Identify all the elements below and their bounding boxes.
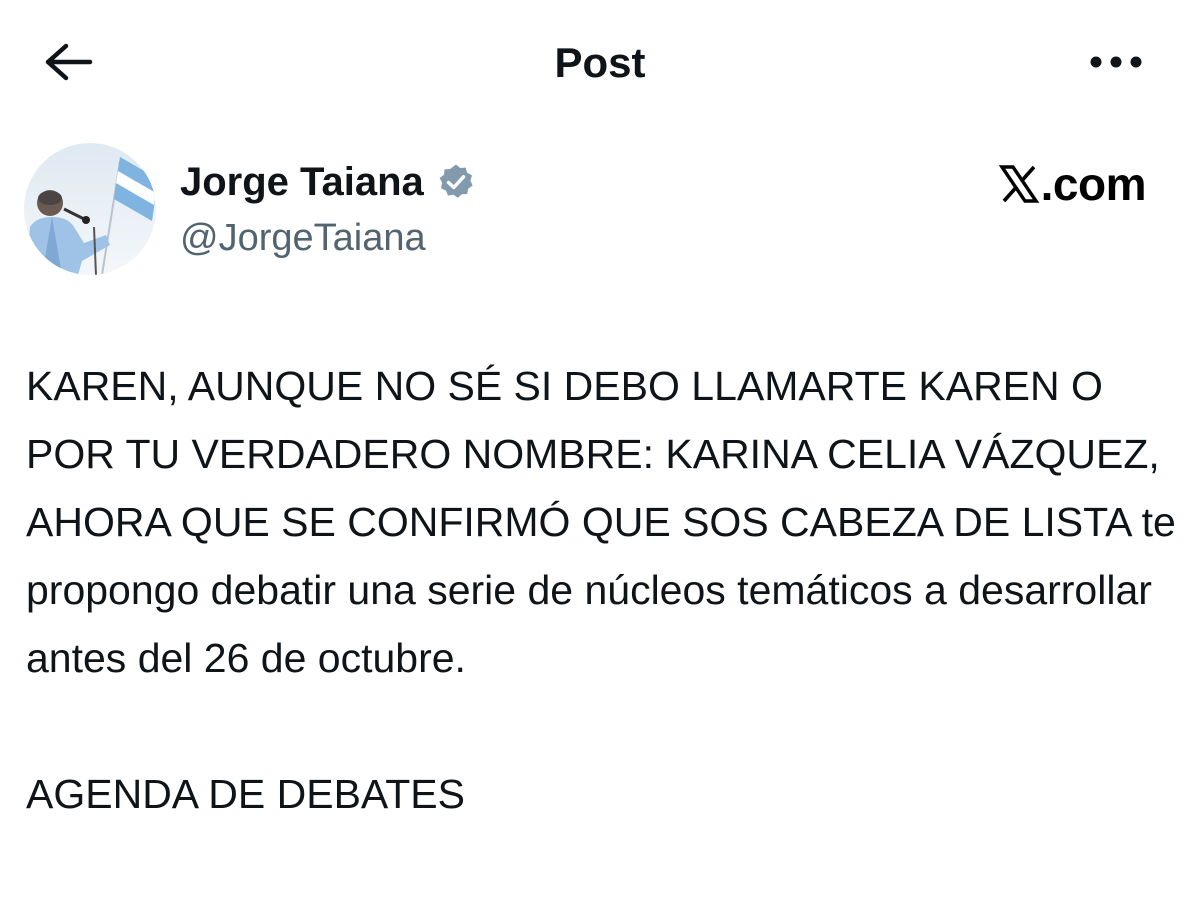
verified-badge-icon[interactable]: [436, 162, 476, 202]
avatar[interactable]: [24, 143, 156, 275]
post-paragraph: KAREN, AUNQUE NO SÉ SI DEBO LLAMARTE KAR…: [26, 363, 1176, 681]
x-com-watermark: .com: [998, 156, 1147, 212]
author-name[interactable]: Jorge Taiana: [180, 156, 424, 208]
x-logo-icon: [998, 164, 1039, 204]
more-options-button[interactable]: [1076, 32, 1156, 96]
author-name-row: Jorge Taiana: [180, 156, 476, 208]
watermark-text: .com: [1040, 158, 1147, 210]
post-paragraph: AGENDA DE DEBATES: [26, 771, 465, 817]
post-text: KAREN, AUNQUE NO SÉ SI DEBO LLAMARTE KAR…: [26, 352, 1176, 828]
back-button[interactable]: [36, 32, 100, 96]
page-title: Post: [554, 39, 646, 86]
arrow-left-icon: [42, 42, 94, 87]
author-handle[interactable]: @JorgeTaiana: [180, 214, 426, 262]
more-horizontal-icon: [1088, 54, 1144, 75]
top-app-bar: Post: [0, 0, 1200, 124]
